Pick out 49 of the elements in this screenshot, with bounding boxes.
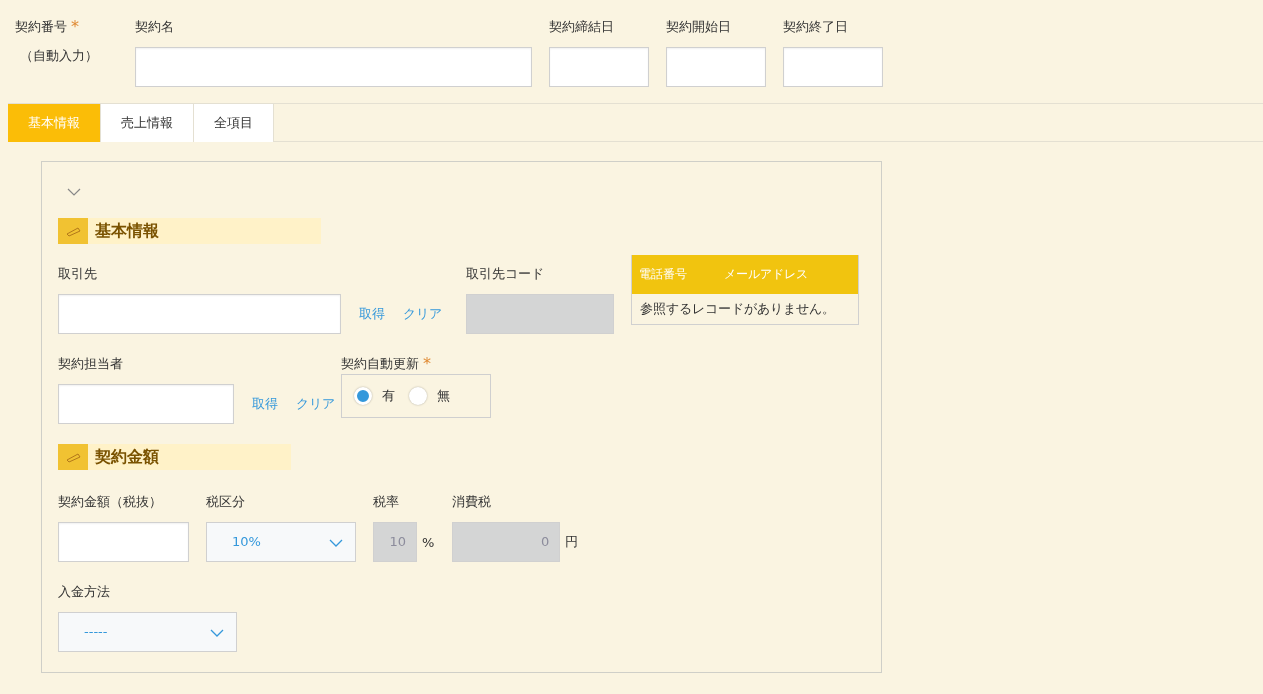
action-link[interactable]: クリア <box>296 395 335 413</box>
required-mark: * <box>71 17 79 37</box>
field-label: 契約名 <box>135 18 174 36</box>
select-dropdown[interactable]: ----- <box>58 612 237 652</box>
radio-button[interactable] <box>354 387 372 405</box>
empty-message: 参照するレコードがありません。 <box>639 300 836 318</box>
chevron-down-icon <box>210 629 224 637</box>
input-field[interactable] <box>135 47 532 87</box>
field-label: 契約金額（税抜） <box>58 493 162 511</box>
tab[interactable]: 全項目 <box>194 104 274 142</box>
unit-label: % <box>422 534 435 550</box>
pencil-icon <box>58 444 88 470</box>
chevron-down-icon <box>329 539 343 547</box>
field-label: 税区分 <box>206 493 245 511</box>
section-title: 契約金額 <box>95 446 159 468</box>
section-title: 基本情報 <box>95 220 159 242</box>
input-field[interactable] <box>58 384 234 424</box>
input-field[interactable] <box>58 522 189 562</box>
action-link[interactable]: クリア <box>403 305 442 323</box>
field-label: 契約担当者 <box>58 355 123 373</box>
field-label: 取引先コード <box>466 265 544 283</box>
input-field[interactable] <box>783 47 883 87</box>
tab[interactable]: 売上情報 <box>101 104 194 142</box>
radio-label: 無 <box>437 387 450 405</box>
input-field[interactable] <box>58 294 341 334</box>
column-header: メールアドレス <box>724 266 808 283</box>
required-mark: * <box>423 354 431 374</box>
input-field[interactable] <box>549 47 649 87</box>
field-label: 取引先 <box>58 265 97 283</box>
field-label: 税率 <box>373 493 399 511</box>
column-header: 電話番号 <box>639 266 687 283</box>
field-label: 契約締結日 <box>549 18 614 36</box>
radio-button[interactable] <box>409 387 427 405</box>
field-note: （自動入力） <box>20 47 99 65</box>
pencil-icon <box>58 218 88 244</box>
chevron-down-icon[interactable] <box>67 188 81 196</box>
field-label: 契約自動更新 <box>341 355 419 373</box>
input-field[interactable] <box>666 47 766 87</box>
field-label: 入金方法 <box>58 583 110 601</box>
unit-label: 円 <box>565 533 579 551</box>
action-link[interactable]: 取得 <box>359 305 385 323</box>
select-dropdown[interactable]: 10% <box>206 522 356 562</box>
field-label: 契約開始日 <box>666 18 731 36</box>
field-label: 契約終了日 <box>783 18 848 36</box>
field-label: 消費税 <box>452 493 492 511</box>
field-label: 契約番号 <box>15 18 67 36</box>
tab[interactable]: 基本情報 <box>8 104 101 142</box>
radio-label: 有 <box>382 387 395 405</box>
action-link[interactable]: 取得 <box>252 395 278 413</box>
